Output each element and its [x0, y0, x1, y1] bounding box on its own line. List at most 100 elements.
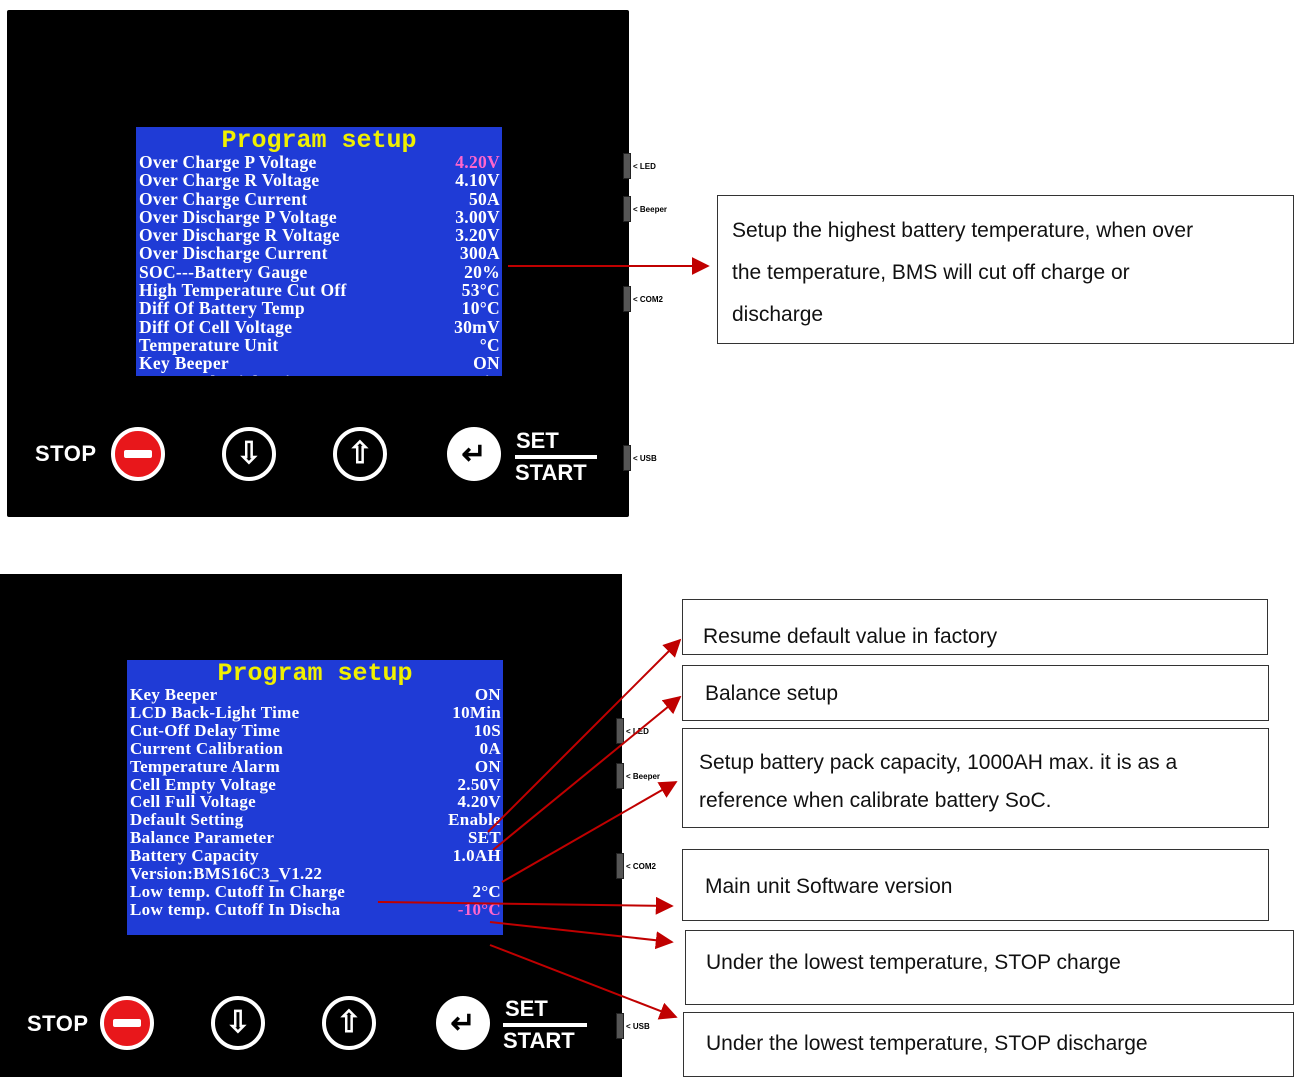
setting-row: Version:BMS16C3_V1.22	[130, 865, 501, 883]
setting-label: Key Beeper	[139, 353, 229, 374]
setting-value: -10°C	[457, 899, 501, 919]
setting-row: Battery Capacity 1.0AH	[130, 847, 501, 865]
setting-value: 2.50V	[457, 774, 501, 794]
setting-label: Version:BMS16C3_V1.22	[130, 864, 323, 884]
setting-label: Over Charge R Voltage	[139, 170, 320, 191]
setting-label: Low temp. Cutoff In Charge	[130, 881, 346, 901]
setting-label: Over Charge Current	[139, 188, 308, 209]
start-label: START	[515, 460, 587, 485]
beeper-port: < Beeper	[623, 196, 667, 222]
setting-value: 3.20V	[455, 225, 500, 246]
setting-row: SOC---Battery Gauge 20%	[139, 261, 500, 282]
setting-label: Balance Parameter	[130, 828, 275, 848]
enter-icon: ↵	[450, 1006, 476, 1040]
setting-value: 20%	[464, 261, 500, 282]
setting-value: 10Min	[450, 372, 500, 376]
setting-label: Default Setting	[130, 810, 244, 830]
setting-value: 1.0AH	[452, 846, 501, 866]
setting-value: 10Min	[452, 702, 501, 722]
setting-value: 4.20V	[457, 792, 501, 812]
setting-value: ON	[474, 685, 501, 704]
down-arrow-icon: ⇩	[236, 437, 262, 470]
callout-version: Main unit Software version	[682, 849, 1269, 921]
lcd-screen-bottom: Program setup Key Beeper ON LCD Back-Light…	[127, 660, 503, 935]
setting-row: Balance Parameter SET	[130, 829, 501, 847]
callout-high-temp: Setup the highest battery temperature, w…	[717, 195, 1294, 344]
setting-value: 10°C	[461, 298, 500, 319]
stop-button[interactable]	[111, 427, 165, 481]
setting-row: Low temp. Cutoff In Discha -10°C	[130, 899, 501, 919]
stop-label: STOP	[27, 1011, 89, 1036]
setting-row: Temperature Alarm ON	[130, 756, 501, 776]
setting-row: Key Beeper ON	[139, 353, 500, 374]
start-label: START	[503, 1028, 575, 1053]
callout-balance: Balance setup	[682, 665, 1269, 721]
bms-panel-top: Program setup Over Charge P Voltage 4.20V…	[7, 10, 629, 517]
stop-button[interactable]	[100, 996, 154, 1050]
setting-label: Battery Capacity	[130, 846, 259, 866]
setting-row: Cell Full Voltage 4.20V	[130, 793, 501, 811]
setting-label: LCD Back-Light Time	[139, 372, 313, 376]
beeper-port: < Beeper	[616, 763, 660, 789]
led-port: < LED	[623, 153, 656, 179]
set-label: SET	[516, 428, 559, 453]
setting-value: ON	[473, 353, 500, 374]
lcd-screen-top: Program setup Over Charge P Voltage 4.20V…	[136, 127, 502, 376]
setting-row: Current Calibration 0A	[130, 739, 501, 758]
setting-label: High Temperature Cut Off	[139, 280, 347, 301]
setting-row: LCD Back-Light Time 10Min	[130, 704, 501, 722]
settings-list: Over Charge P Voltage 4.20V Over Charge R …	[136, 153, 502, 376]
down-arrow-icon: ⇩	[225, 1006, 251, 1039]
setting-value: 10S	[473, 720, 501, 740]
setting-value: 2°C	[472, 881, 501, 901]
setting-value: 3.00V	[455, 206, 500, 227]
set-start-divider	[503, 1023, 587, 1027]
setting-row: Cut-Off Delay Time 10S	[130, 720, 501, 740]
setting-row: Default Setting Enable	[130, 811, 501, 829]
down-button[interactable]: ⇩	[222, 427, 276, 481]
setting-row: Over Charge Current 50A	[139, 188, 500, 209]
setting-label: LCD Back-Light Time	[130, 702, 300, 722]
setting-row: Over Discharge R Voltage 3.20V	[139, 225, 500, 246]
set-start-button[interactable]: ↵	[447, 427, 501, 481]
setting-row: Temperature Unit °C	[139, 334, 500, 355]
lcd-title: Program setup	[217, 660, 413, 688]
setting-value: 300A	[459, 243, 500, 264]
setting-value: °C	[479, 334, 500, 355]
up-arrow-icon: ⇧	[336, 1006, 362, 1039]
callout-capacity: Setup battery pack capacity, 1000AH max.…	[682, 728, 1269, 828]
setting-label: Key Beeper	[130, 685, 218, 704]
setting-label: Over Discharge P Voltage	[139, 206, 337, 227]
callout-default: Resume default value in factory	[682, 599, 1268, 655]
setting-value: 4.10V	[455, 170, 500, 191]
setting-row: Over Charge P Voltage 4.20V	[139, 152, 500, 172]
setting-label: Over Discharge Current	[139, 243, 328, 264]
setting-row: Diff Of Battery Temp 10°C	[139, 298, 500, 319]
setting-row: Key Beeper ON	[130, 686, 501, 704]
setting-value: 4.20V	[455, 152, 500, 172]
setting-label: Temperature Alarm	[130, 756, 281, 776]
usb-port: < USB	[623, 445, 657, 471]
usb-port: < USB	[616, 1013, 650, 1039]
setting-row: LCD Back-Light Time 10Min	[139, 372, 500, 376]
setting-row: Over Discharge P Voltage 3.00V	[139, 206, 500, 227]
set-start-button[interactable]: ↵	[436, 996, 490, 1050]
set-start-divider	[515, 455, 597, 459]
up-button[interactable]: ⇧	[322, 996, 376, 1050]
up-arrow-icon: ⇧	[347, 437, 373, 470]
stop-label: STOP	[35, 441, 97, 466]
setting-row: Over Charge R Voltage 4.10V	[139, 170, 500, 191]
callout-low-discharge: Under the lowest temperature, STOP disch…	[683, 1012, 1294, 1077]
setting-row: Cell Empty Voltage 2.50V	[130, 774, 501, 794]
down-button[interactable]: ⇩	[211, 996, 265, 1050]
enter-icon: ↵	[461, 437, 487, 471]
up-button[interactable]: ⇧	[333, 427, 387, 481]
setting-label: Diff Of Cell Voltage	[139, 316, 293, 337]
setting-label: Cut-Off Delay Time	[130, 720, 281, 740]
bms-panel-bottom: Program setup Key Beeper ON LCD Back-Light…	[0, 574, 622, 1077]
setting-label: Cell Empty Voltage	[130, 774, 277, 794]
setting-label: Low temp. Cutoff In Discha	[130, 899, 341, 919]
setting-label: Cell Full Voltage	[130, 792, 256, 812]
setting-row: Diff Of Cell Voltage 30mV	[139, 316, 500, 337]
setting-value: ON	[474, 756, 501, 776]
